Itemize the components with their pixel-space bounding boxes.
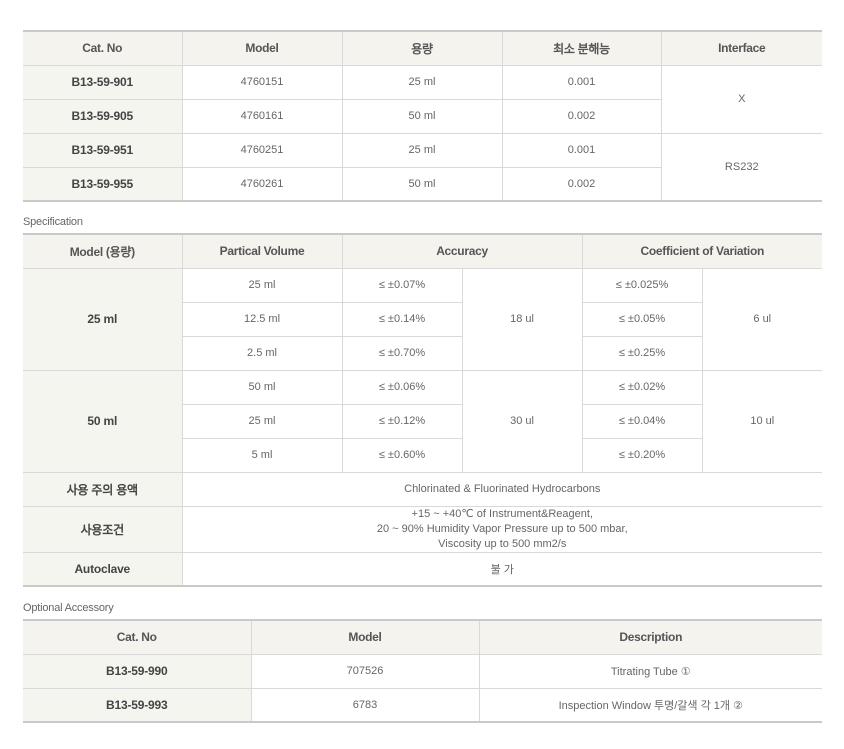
conditions-line: Viscosity up to 500 mm2/s	[438, 537, 567, 550]
resolution-cell: 0.001	[501, 132, 662, 168]
header-accuracy: Accuracy	[341, 233, 583, 269]
table-row: 사용조건 +15 ~ +40℃ of Instrument&Reagent, 2…	[23, 505, 823, 553]
accessory-header: Cat. No Model Description	[23, 619, 822, 655]
accuracy-cell: ≤ ±0.12%	[341, 403, 463, 439]
accessory-table: Cat. No Model Description B13-59-990 707…	[23, 619, 822, 723]
cat-no-cell: B13-59-951	[23, 132, 183, 168]
specification-header: Model (용량) Partical Volume Accuracy Coef…	[23, 233, 823, 269]
cat-no-cell: B13-59-901	[23, 64, 183, 100]
header-description: Description	[478, 619, 822, 655]
model-cell: 4760151	[181, 64, 343, 100]
table-row: B13-59-901 4760151 25 ml 0.001 X	[23, 64, 822, 134]
description-cell: Titrating Tube ①	[478, 653, 822, 689]
header-resolution: 최소 분해능	[501, 30, 662, 66]
partial-volume-cell: 2.5 ml	[182, 335, 343, 371]
accuracy-abs-cell: 18 ul	[461, 267, 583, 371]
model-cell: 4760261	[181, 166, 343, 202]
interface-cell: X	[660, 64, 822, 134]
partial-volume-cell: 50 ml	[181, 369, 343, 405]
table-row: 25 ml 25 ml ≤ ±0.07% 18 ul ≤ ±0.025% 6 u…	[23, 267, 823, 371]
table-row: B13-59-990 707526 Titrating Tube ①	[23, 653, 822, 689]
caution-label: 사용 주의 용액	[23, 471, 183, 507]
spec-model-cell: 50 ml	[23, 369, 183, 473]
description-cell: Inspection Window 투명/갈색 각 1개 ②	[478, 687, 822, 723]
specification-caption: Specification	[23, 216, 83, 228]
partial-volume-cell: 25 ml	[182, 403, 343, 439]
volume-cell: 50 ml	[341, 98, 503, 134]
accessory-table-wrapper: Cat. No Model Description B13-59-990 707…	[23, 619, 822, 723]
resolution-cell: 0.002	[501, 98, 661, 134]
accuracy-cell: ≤ ±0.60%	[341, 437, 463, 473]
resolution-cell: 0.001	[501, 64, 662, 100]
partial-volume-cell: 12.5 ml	[182, 301, 343, 337]
cv-abs-cell: 6 ul	[701, 267, 823, 371]
cat-no-cell: B13-59-955	[23, 166, 183, 202]
model-cell: 4760161	[181, 98, 343, 134]
product-table-wrapper: Cat. No Model 용량 최소 분해능 Interface B13-59…	[23, 30, 822, 202]
volume-cell: 25 ml	[341, 64, 503, 100]
model-cell: 707526	[250, 653, 480, 689]
cat-no-cell: B13-59-993	[23, 687, 252, 723]
header-volume: 용량	[341, 30, 503, 66]
cv-cell: ≤ ±0.04%	[581, 403, 703, 439]
table-row: B13-59-993 6783 Inspection Window 투명/갈색 …	[23, 687, 822, 723]
resolution-cell: 0.002	[501, 166, 661, 202]
partial-volume-cell: 25 ml	[181, 267, 343, 303]
cv-cell: ≤ ±0.02%	[581, 369, 703, 405]
table-row: 50 ml 50 ml ≤ ±0.06% 30 ul ≤ ±0.02% 10 u…	[23, 369, 823, 473]
cv-cell: ≤ ±0.025%	[581, 267, 703, 303]
model-cell: 4760251	[181, 132, 343, 168]
cv-abs-cell: 10 ul	[701, 369, 823, 473]
conditions-line: +15 ~ +40℃ of Instrument&Reagent,	[411, 507, 593, 520]
volume-cell: 50 ml	[341, 166, 503, 202]
accuracy-cell: ≤ ±0.06%	[341, 369, 463, 405]
volume-cell: 25 ml	[341, 132, 503, 168]
caution-value: Chlorinated & Fluorinated Hydrocarbons	[181, 471, 823, 507]
conditions-line: 20 ~ 90% Humidity Vapor Pressure up to 5…	[376, 522, 628, 535]
product-table: Cat. No Model 용량 최소 분해능 Interface B13-59…	[23, 30, 822, 202]
cv-cell: ≤ ±0.05%	[581, 301, 703, 337]
accuracy-cell: ≤ ±0.07%	[341, 267, 463, 303]
header-partial-volume: Partical Volume	[181, 233, 343, 269]
accuracy-cell: ≤ ±0.70%	[341, 335, 463, 371]
header-cat-no: Cat. No	[23, 30, 183, 66]
accuracy-cell: ≤ ±0.14%	[341, 301, 463, 337]
autoclave-label: Autoclave	[23, 551, 183, 587]
interface-cell: RS232	[660, 132, 822, 202]
header-model: Model	[181, 30, 343, 66]
specification-table-wrapper: Model (용량) Partical Volume Accuracy Coef…	[23, 233, 823, 587]
partial-volume-cell: 5 ml	[182, 437, 343, 473]
cv-cell: ≤ ±0.25%	[581, 335, 703, 371]
table-row: 사용 주의 용액 Chlorinated & Fluorinated Hydro…	[23, 471, 823, 507]
cat-no-cell: B13-59-905	[23, 98, 183, 134]
header-interface: Interface	[660, 30, 822, 66]
header-model-volume: Model (용량)	[23, 233, 183, 269]
product-table-header: Cat. No Model 용량 최소 분해능 Interface	[23, 30, 822, 66]
model-cell: 6783	[250, 687, 480, 723]
table-row: B13-59-951 4760251 25 ml 0.001 RS232	[23, 132, 822, 202]
cat-no-cell: B13-59-990	[23, 653, 252, 689]
accessory-caption: Optional Accessory	[23, 602, 114, 614]
cv-cell: ≤ ±0.20%	[581, 437, 703, 473]
specification-table: Model (용량) Partical Volume Accuracy Coef…	[23, 233, 823, 587]
autoclave-value: 불 가	[181, 551, 823, 587]
conditions-label: 사용조건	[23, 505, 183, 553]
conditions-value: +15 ~ +40℃ of Instrument&Reagent, 20 ~ 9…	[181, 505, 823, 553]
header-model: Model	[250, 619, 480, 655]
header-cv: Coefficient of Variation	[581, 233, 823, 269]
header-cat-no: Cat. No	[23, 619, 252, 655]
table-row: Autoclave 불 가	[23, 551, 823, 587]
accuracy-abs-cell: 30 ul	[461, 369, 583, 473]
spec-model-cell: 25 ml	[23, 267, 183, 371]
